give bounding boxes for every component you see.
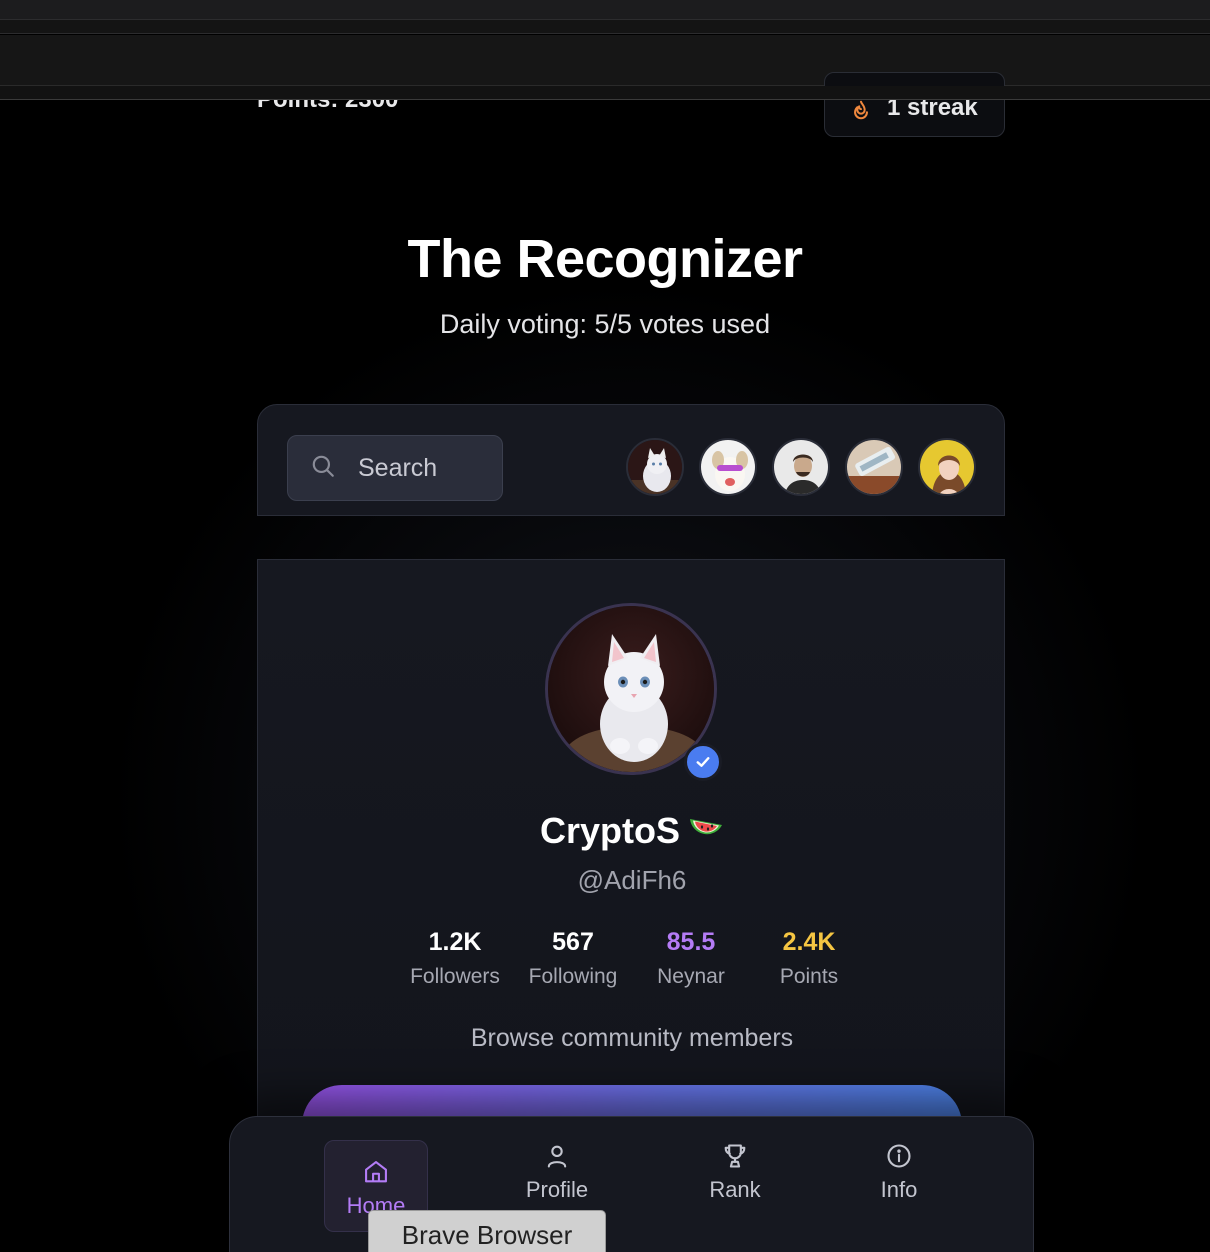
avatar-dog[interactable] [699, 438, 757, 496]
info-icon [884, 1141, 914, 1171]
profile-name-text: CryptoS [539, 810, 680, 851]
browse-community-text: Browse community members [470, 1024, 794, 1052]
stat-neynar: 85.5 Neynar [632, 928, 750, 989]
fire-icon [849, 98, 873, 122]
stat-value: 2.4K [782, 928, 836, 956]
bottom-nav: Home Profile Rank Info [229, 1116, 1034, 1252]
stat-label: Neynar [657, 965, 725, 988]
app-page: Points: 2300 1 streak The Recognizer Dai… [0, 0, 1210, 1252]
nav-profile-label: Profile [525, 1177, 589, 1202]
stat-following[interactable]: 567 Following [514, 928, 632, 989]
profile-stats: 1.2K Followers 567 Following 85.5 Neynar… [396, 928, 868, 989]
verified-badge-icon [684, 743, 722, 781]
stat-value: 85.5 [666, 928, 716, 956]
browser-toolbar [0, 35, 1210, 86]
nav-info-label: Info [880, 1177, 918, 1202]
search-card [257, 404, 1005, 516]
nav-info[interactable]: Info [864, 1141, 934, 1203]
stat-points: 2.4K Points [750, 928, 868, 989]
streak-badge[interactable]: 1 streak [824, 72, 1005, 137]
trophy-icon [720, 1141, 750, 1171]
profile-name: CryptoS [258, 810, 1006, 854]
stat-value: 1.2K [428, 928, 482, 956]
user-icon [542, 1141, 572, 1171]
avatar-object[interactable] [845, 438, 903, 496]
page-title: The Recognizer [407, 229, 803, 289]
nav-rank-label: Rank [709, 1177, 761, 1202]
avatar-woman[interactable] [918, 438, 976, 496]
browser-chrome-strip [0, 20, 1210, 34]
stat-followers[interactable]: 1.2K Followers [396, 928, 514, 989]
browser-tooltip: Brave Browser [368, 1210, 606, 1252]
search-field[interactable] [287, 435, 503, 501]
voting-status: Daily voting: 5/5 votes used [439, 309, 771, 339]
search-icon [310, 453, 336, 484]
search-input[interactable] [358, 453, 488, 483]
home-icon [361, 1157, 391, 1187]
stat-label: Following [528, 965, 618, 988]
avatar-man[interactable] [772, 438, 830, 496]
nav-rank[interactable]: Rank [700, 1141, 770, 1203]
nav-profile[interactable]: Profile [512, 1141, 602, 1203]
browser-chrome-bottom [0, 86, 1210, 100]
stat-value: 567 [552, 928, 594, 956]
watermelon-icon [688, 812, 724, 854]
profile-handle: @AdiFh6 [577, 865, 687, 895]
avatar-kitten[interactable] [626, 438, 684, 496]
stat-label: Points [779, 965, 839, 988]
recent-avatars [626, 438, 976, 496]
browser-chrome-top [0, 0, 1210, 20]
stat-label: Followers [410, 965, 500, 988]
